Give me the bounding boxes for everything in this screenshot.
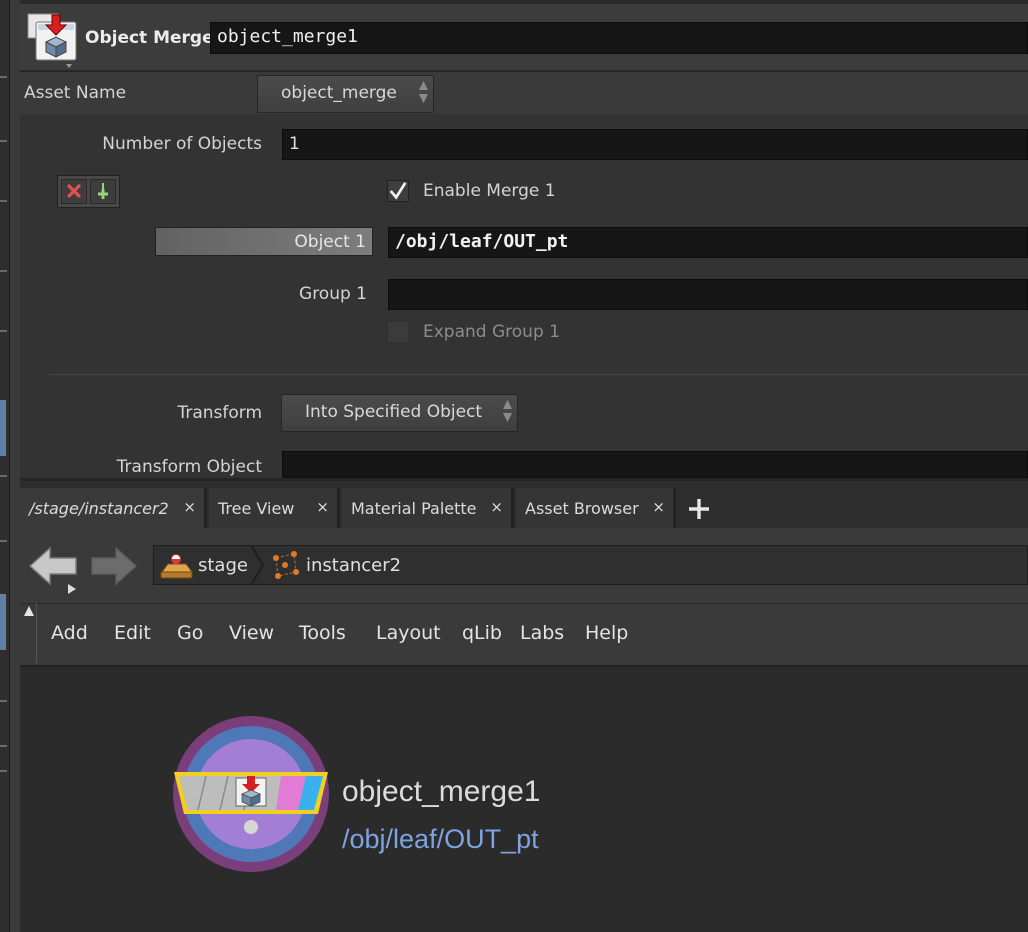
group-1-label: Group 1 [299, 284, 367, 304]
transform-object-label: Transform Object [116, 457, 262, 477]
menu-add[interactable]: Add [51, 622, 88, 644]
object-1-button[interactable]: Object 1 [155, 227, 373, 256]
menu-updown-icon [419, 81, 428, 103]
collapse-up-icon [24, 606, 34, 616]
plus-icon[interactable] [686, 496, 712, 522]
tab-asset-browser[interactable]: Asset Browser × [516, 488, 676, 528]
object-1-label: Object 1 [294, 232, 366, 252]
tab-label: Material Palette [351, 499, 477, 518]
left-edge-strip [0, 0, 10, 932]
object-merge-icon[interactable] [26, 12, 82, 68]
insert-instance-button[interactable] [90, 179, 116, 204]
menubar-toggle[interactable] [22, 603, 37, 663]
expand-group-label: Expand Group 1 [423, 322, 560, 342]
menu-tools[interactable]: Tools [299, 622, 346, 644]
close-icon[interactable]: × [490, 498, 503, 516]
node-type-label: Object Merge [85, 28, 214, 48]
number-of-objects-label: Number of Objects [102, 134, 262, 154]
section-divider [49, 374, 1028, 375]
enable-merge-label: Enable Merge 1 [423, 181, 556, 201]
transform-label: Transform [177, 403, 262, 423]
back-arrow-icon[interactable] [26, 542, 82, 594]
expand-group-checkbox[interactable] [387, 321, 409, 343]
tab-label: Tree View [218, 499, 295, 518]
multiparm-buttons [57, 175, 120, 208]
node-name-field[interactable]: object_merge1 [210, 22, 1028, 54]
close-icon[interactable]: × [652, 498, 665, 516]
menu-edit[interactable]: Edit [114, 622, 151, 644]
tab-stage-instancer2[interactable]: /stage/instancer2 × [20, 488, 207, 528]
forward-arrow-icon[interactable] [88, 542, 140, 588]
instancer-icon [273, 551, 299, 579]
breadcrumb-instancer2[interactable]: instancer2 [306, 555, 401, 576]
asset-name-label: Asset Name [24, 83, 127, 103]
menu-help[interactable]: Help [585, 622, 628, 644]
dock-gutter [10, 0, 20, 932]
transform-object-field[interactable] [282, 451, 1028, 478]
group-1-field[interactable] [388, 279, 1028, 310]
breadcrumb-stage[interactable]: stage [198, 555, 248, 576]
object-merge-node[interactable] [168, 714, 334, 874]
menu-labs[interactable]: Labs [520, 622, 564, 644]
asset-name-menu[interactable]: object_merge [257, 75, 434, 113]
insert-plus-icon [98, 183, 108, 199]
menu-view[interactable]: View [229, 622, 274, 644]
checkmark-icon [389, 182, 407, 200]
node-path-link[interactable]: /obj/leaf/OUT_pt [342, 824, 539, 855]
remove-x-icon [67, 184, 81, 198]
node-name-label[interactable]: object_merge1 [342, 775, 540, 809]
menu-updown-icon [503, 400, 512, 422]
transform-menu[interactable]: Into Specified Object [281, 394, 518, 432]
menu-qlib[interactable]: qLib [462, 622, 502, 644]
remove-instance-button[interactable] [61, 179, 87, 204]
enable-merge-checkbox[interactable] [387, 180, 409, 202]
number-of-objects-field[interactable]: 1 [282, 129, 1028, 160]
menu-layout[interactable]: Layout [376, 622, 441, 644]
transform-value: Into Specified Object [305, 402, 483, 422]
asset-name-value: object_merge [281, 83, 397, 103]
tab-tree-view[interactable]: Tree View × [209, 488, 340, 528]
close-icon[interactable]: × [316, 498, 329, 516]
close-icon[interactable]: × [183, 498, 196, 516]
menu-go[interactable]: Go [177, 622, 203, 644]
tab-label: Asset Browser [525, 499, 639, 518]
tab-label: /stage/instancer2 [29, 499, 169, 518]
breadcrumb-separator [250, 545, 265, 585]
stage-icon [160, 554, 193, 579]
tab-material-palette[interactable]: Material Palette × [342, 488, 514, 528]
header-separator [20, 70, 1028, 72]
object-1-path-field[interactable]: /obj/leaf/OUT_pt [388, 227, 1028, 258]
